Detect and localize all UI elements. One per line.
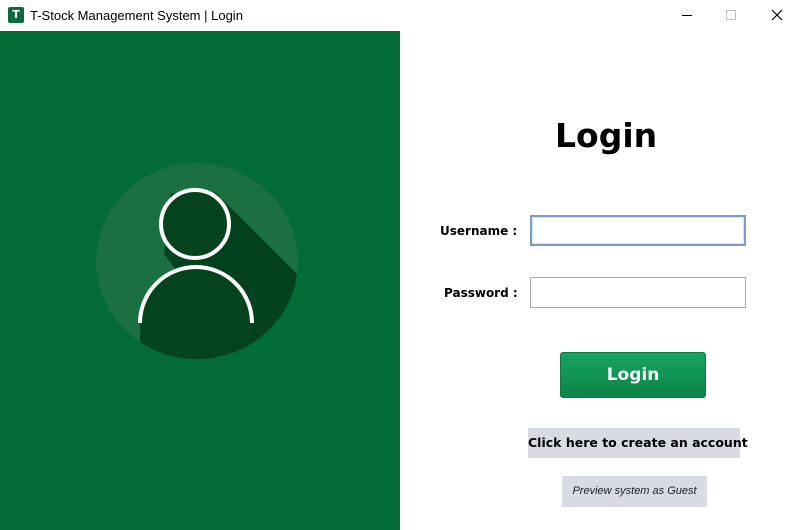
login-panel: Login Username : Password : Login Click … (400, 31, 799, 530)
title-bar: T T-Stock Management System | Login (0, 0, 799, 31)
minimize-icon (682, 15, 692, 16)
create-account-button[interactable]: Click here to create an account (528, 428, 748, 458)
window-title: T-Stock Management System | Login (30, 8, 243, 23)
close-button[interactable] (753, 0, 799, 31)
page-title: Login (555, 116, 658, 155)
maximize-icon (726, 10, 736, 20)
user-icon (96, 163, 298, 359)
guest-preview-button[interactable]: Preview system as Guest (562, 476, 707, 507)
login-button[interactable]: Login (560, 352, 706, 398)
username-input[interactable] (530, 215, 746, 246)
minimize-button[interactable] (664, 0, 710, 31)
close-icon (771, 9, 783, 21)
maximize-button[interactable] (708, 0, 754, 31)
username-label: Username : (440, 224, 518, 238)
app-icon: T (8, 7, 24, 23)
password-input[interactable] (530, 277, 746, 308)
brand-panel (0, 31, 400, 530)
password-label: Password : (444, 286, 518, 300)
